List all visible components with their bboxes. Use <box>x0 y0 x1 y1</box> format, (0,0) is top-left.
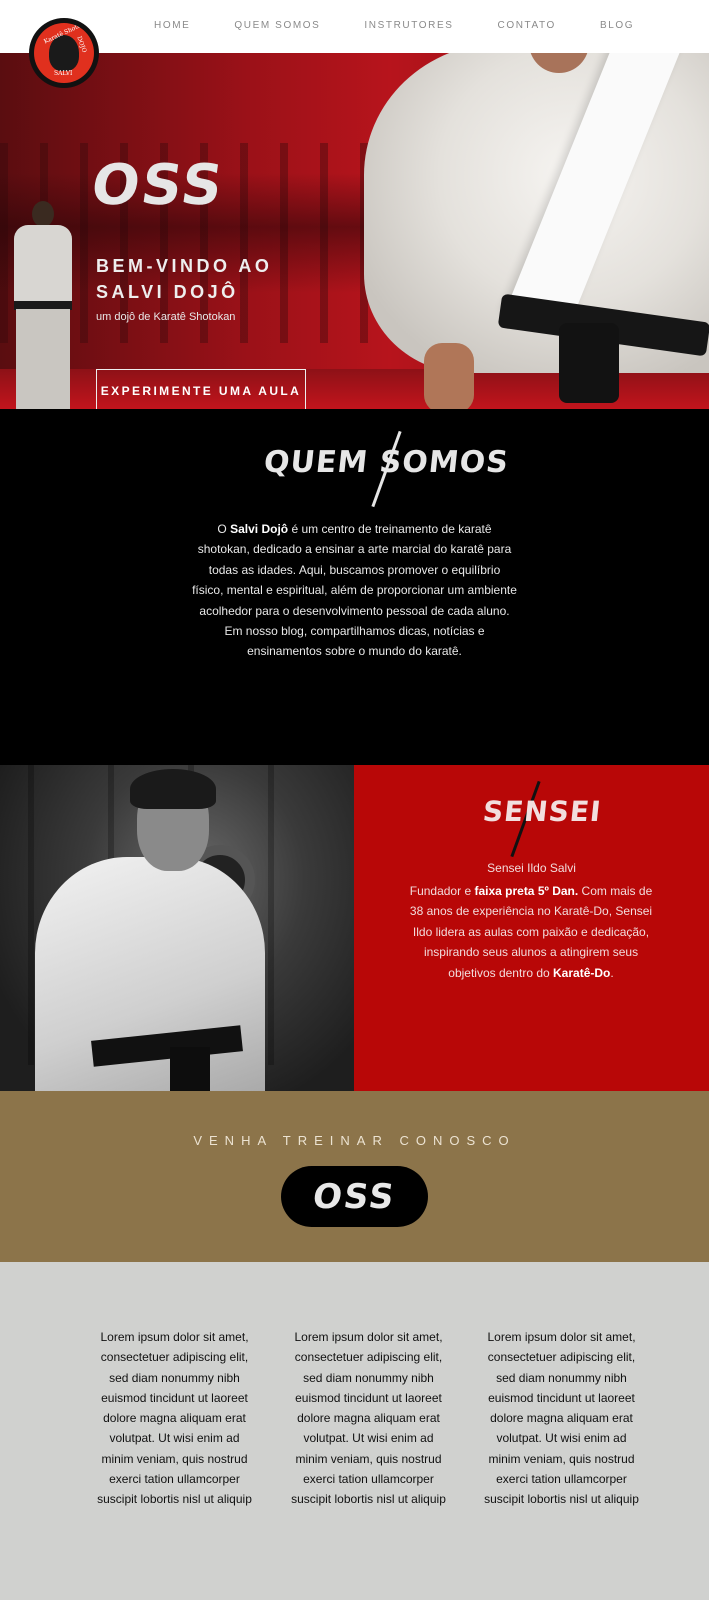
sensei-bio-e: . <box>610 965 614 980</box>
about-text-bold: Salvi Dojô <box>230 522 289 536</box>
hero-title-line1: BEM-VINDO AO <box>96 256 273 276</box>
info-column: Lorem ipsum dolor sit amet, consectetuer… <box>97 1330 252 1507</box>
sensei-name: Sensei Ildo Salvi <box>487 861 576 875</box>
join-text: VENHA TREINAR CONOSCO <box>193 1133 516 1148</box>
oss-button[interactable]: OSS <box>281 1166 428 1227</box>
hero-section: OSS BEM-VINDO AO SALVI DOJÔ um dojô de K… <box>0 53 709 409</box>
join-section: VENHA TREINAR CONOSCO OSS <box>0 1091 709 1262</box>
nav-menu: HOME QUEM SOMOS INSTRUTORES CONTATO BLOG <box>130 20 678 31</box>
sensei-bio-karate-do: Karatê-Do <box>553 965 611 980</box>
hero-title-line2: SALVI DOJÔ <box>96 282 239 302</box>
background-karateka-image <box>8 201 78 409</box>
info-column: Lorem ipsum dolor sit amet, consectetuer… <box>484 1330 639 1507</box>
logo-ring-text-bottom: SALVI <box>54 70 73 77</box>
hero-karateka-image <box>364 53 709 409</box>
sensei-bio: Fundador e faixa preta 5º Dan. Com mais … <box>406 881 656 983</box>
info-columns-section: Lorem ipsum dolor sit amet, consectetuer… <box>0 1262 709 1600</box>
hero-title: BEM-VINDO AO SALVI DOJÔ <box>96 253 272 305</box>
hero-subtitle: um dojô de Karatê Shotokan <box>96 311 236 323</box>
about-heading: QUEM SOMOS <box>262 445 511 480</box>
about-text: O Salvi Dojô é um centro de treinamento … <box>192 519 517 662</box>
trial-class-button[interactable]: EXPERIMENTE UMA AULA <box>96 369 306 409</box>
nav-home-link[interactable]: HOME <box>154 20 190 31</box>
about-section: QUEM SOMOS O Salvi Dojô é um centro de t… <box>0 409 709 765</box>
about-text-rest: é um centro de treinamento de karatê sho… <box>192 522 517 659</box>
sensei-heading: SENSEI <box>481 795 604 828</box>
sensei-photo <box>0 765 354 1091</box>
sensei-bio-a: Fundador e <box>409 884 475 898</box>
sensei-bio-rank: faixa preta 5º Dan. <box>474 884 579 898</box>
dojo-logo[interactable]: Karatê Shotokan DOJO SALVI <box>29 18 99 88</box>
hero-oss-wordmark: OSS <box>87 153 229 218</box>
oss-button-label: OSS <box>310 1176 399 1217</box>
nav-quem-somos-link[interactable]: QUEM SOMOS <box>234 20 320 31</box>
sensei-section: SENSEI Sensei Ildo Salvi Fundador e faix… <box>354 765 709 1091</box>
info-column: Lorem ipsum dolor sit amet, consectetuer… <box>291 1330 446 1507</box>
nav-contato-link[interactable]: CONTATO <box>498 20 556 31</box>
nav-instrutores-link[interactable]: INSTRUTORES <box>364 20 453 31</box>
tiger-logo-icon: Karatê Shotokan DOJO SALVI <box>34 23 94 83</box>
sensei-bio-c: Com mais de 38 anos de experiência no Ka… <box>409 884 653 980</box>
about-text-prefix: O <box>217 522 231 536</box>
top-nav: HOME QUEM SOMOS INSTRUTORES CONTATO BLOG <box>0 0 709 53</box>
nav-blog-link[interactable]: BLOG <box>600 20 634 31</box>
